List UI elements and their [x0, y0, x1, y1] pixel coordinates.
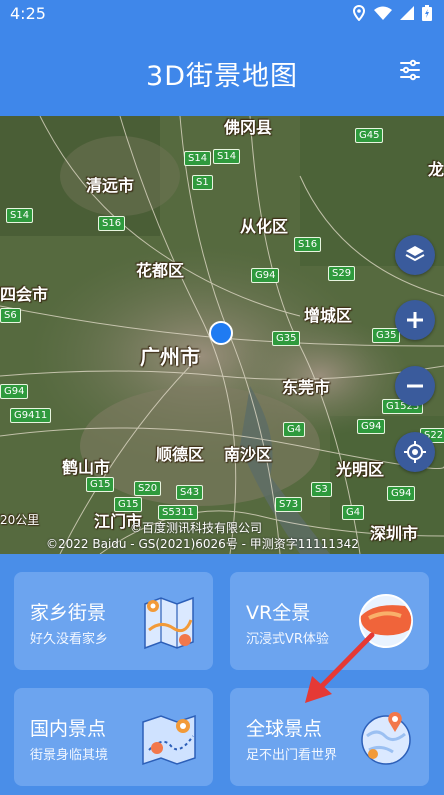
card-subtitle: 足不出门看世界: [246, 748, 338, 763]
battery-icon: [422, 5, 432, 21]
card-subtitle: 沉浸式VR体验: [246, 632, 329, 647]
globe-pins-icon: [361, 712, 411, 765]
road-shield: G15: [114, 497, 143, 512]
status-icons: [352, 5, 432, 21]
road-shield: G9411: [10, 408, 52, 423]
map-copyright-company: ©百度测讯科技有限公司: [130, 521, 263, 535]
place-label: 增城区: [304, 306, 353, 325]
road-shield: S6: [0, 308, 21, 323]
zoom-in-button[interactable]: [395, 300, 435, 340]
road-shield: G35: [272, 331, 301, 346]
folded-map-icon: [144, 596, 194, 650]
card-hometown-streetview[interactable]: 家乡街景 好久没看家乡: [14, 572, 213, 670]
road-shield: S14: [184, 151, 212, 166]
locate-me-button[interactable]: [395, 432, 435, 472]
plus-icon: [407, 312, 423, 328]
card-title: 全球景点: [246, 718, 323, 740]
zoom-out-button[interactable]: [395, 366, 435, 406]
road-shield: G4: [283, 422, 306, 437]
location-icon: [352, 5, 366, 21]
road-shield: G45: [355, 128, 384, 143]
road-shield: S16: [294, 237, 322, 252]
settings-filter-button[interactable]: [398, 58, 422, 82]
place-label: 花都区: [136, 261, 185, 280]
card-global-attractions[interactable]: 全球景点 足不出门看世界: [230, 688, 429, 786]
card-title: 国内景点: [30, 718, 107, 740]
place-label: 清远市: [86, 176, 135, 195]
place-label: 佛冈县: [224, 118, 273, 137]
map-copyright: ©2022 Baidu - GS(2021)6026号 - 甲测资字111113…: [46, 537, 359, 551]
card-domestic-attractions[interactable]: 国内景点 街景身临其境: [14, 688, 213, 786]
sliders-icon: [400, 59, 420, 81]
card-title: VR全景: [246, 602, 311, 624]
road-shield: G94: [0, 384, 29, 399]
place-label: 龙: [428, 160, 444, 179]
map-layers-button[interactable]: [395, 235, 435, 275]
wifi-icon: [374, 6, 392, 20]
road-shield: G4: [342, 505, 365, 520]
minus-icon: [407, 384, 423, 388]
road-shield: S43: [176, 485, 204, 500]
place-label: 深圳市: [370, 524, 419, 543]
road-shield: S14: [213, 149, 241, 164]
signal-icon: [400, 6, 414, 20]
map-scale-label: 20公里: [0, 513, 40, 527]
place-label: 四会市: [0, 285, 49, 304]
status-time: 4:25: [10, 3, 46, 23]
road-shield: G94: [357, 419, 386, 434]
road-shield: G35: [372, 328, 401, 343]
place-label: 光明区: [336, 460, 385, 479]
card-title: 家乡街景: [30, 602, 107, 624]
place-label: 从化区: [240, 217, 289, 236]
road-shield: G94: [251, 268, 280, 283]
current-location-marker: [209, 321, 233, 345]
place-label: 南沙区: [224, 445, 273, 464]
card-subtitle: 街景身临其境: [30, 748, 109, 763]
place-label: 广州市: [140, 345, 200, 369]
card-subtitle: 好久没看家乡: [30, 632, 109, 647]
road-shield: G15: [86, 477, 115, 492]
road-shield: S16: [98, 216, 126, 231]
status-bar: 4:25: [0, 0, 444, 26]
road-shield: S3: [311, 482, 332, 497]
vr-globe-icon: [359, 594, 413, 648]
road-shield: S14: [6, 208, 34, 223]
crosshair-icon: [404, 441, 426, 463]
road-shield: S1: [192, 175, 213, 190]
page-title: 3D街景地图: [146, 61, 298, 92]
feature-cards: 家乡街景 好久没看家乡 VR全景 沉浸式VR体验 国内景点 街景身临其境 全球景…: [0, 554, 444, 795]
card-vr-panorama[interactable]: VR全景 沉浸式VR体验: [230, 572, 429, 670]
place-label: 顺德区: [156, 445, 205, 464]
app-bar: 3D街景地图: [0, 26, 444, 116]
map-pins-icon: [142, 714, 196, 766]
place-label: 东莞市: [282, 378, 331, 397]
layers-icon: [405, 246, 425, 262]
road-shield: S5311: [158, 505, 198, 520]
place-label: 鹤山市: [62, 458, 111, 477]
road-shield: G94: [387, 486, 416, 501]
satellite-map[interactable]: 佛冈县 清远市 从化区 花都区 四会市 增城区 广州市 东莞市 鹤山市 顺德区 …: [0, 116, 444, 554]
road-shield: S29: [328, 266, 356, 281]
road-shield: S20: [134, 481, 162, 496]
road-shield: S73: [275, 497, 303, 512]
